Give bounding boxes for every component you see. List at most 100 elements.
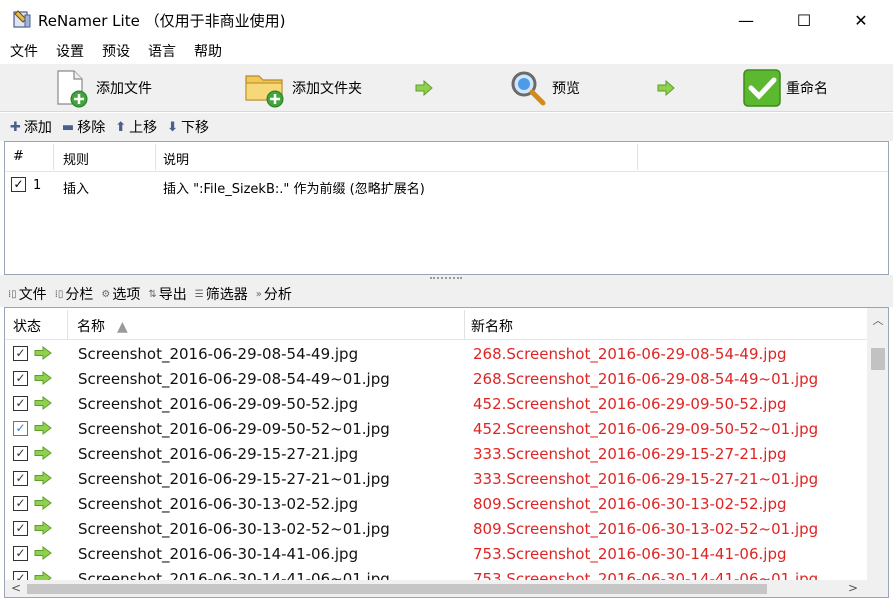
arrow-up-icon: ⬆ — [115, 119, 127, 135]
file-checkbox[interactable]: ✓ — [13, 371, 28, 386]
close-icon: ✕ — [854, 10, 868, 30]
preview-button[interactable]: 预览 — [508, 66, 580, 110]
export-menu-button[interactable]: ⇅ 导出 — [148, 284, 186, 304]
main-toolbar: 添加文件 添加文件夹 预览 重命名 — [0, 64, 893, 112]
file-checkbox[interactable]: ✓ — [13, 546, 28, 561]
file-new-name: 452.Screenshot_2016-06-29-09-50-52~01.jp… — [473, 420, 819, 438]
file-row[interactable]: ✓ Screenshot_2016-06-30-13-02-52.jpg 809.S… — [5, 491, 867, 516]
scroll-right-icon[interactable]: > — [848, 581, 858, 595]
filter-icon: ☰ — [194, 288, 204, 300]
files-list[interactable]: 状态 名称 ▲ 新名称 ✓ Screenshot_2016-06-29-08-54… — [4, 307, 889, 598]
file-checkbox[interactable]: ✓ — [13, 421, 28, 436]
preview-label: 预览 — [552, 81, 580, 97]
file-new-name: 809.Screenshot_2016-06-30-13-02-52~01.jp… — [473, 520, 819, 538]
move-up-button[interactable]: ⬆ 上移 — [115, 117, 157, 137]
add-folder-label: 添加文件夹 — [292, 81, 362, 97]
arrow-right-icon — [34, 521, 52, 535]
filters-menu-button[interactable]: ☰ 筛选器 — [195, 284, 248, 304]
add-files-label: 添加文件 — [96, 81, 152, 97]
analyze-menu-button[interactable]: » 分析 — [256, 284, 292, 304]
arrow-right-icon — [34, 371, 52, 385]
menu-presets[interactable]: 预设 — [102, 41, 130, 61]
files-col-newname[interactable]: 新名称 — [471, 316, 513, 336]
sort-ascending-icon: ▲ — [117, 319, 128, 335]
move-up-label: 上移 — [129, 120, 158, 136]
maximize-button[interactable]: ☐ — [781, 6, 827, 34]
file-name: Screenshot_2016-06-29-08-54-49~01.jpg — [78, 370, 390, 388]
rename-label: 重命名 — [786, 81, 828, 97]
options-icon: ⚙ — [101, 288, 111, 300]
file-row[interactable]: ✓ Screenshot_2016-06-29-08-54-49.jpg 268.S… — [5, 341, 867, 366]
file-new-name: 333.Screenshot_2016-06-29-15-27-21.jpg — [473, 445, 787, 463]
minimize-icon: — — [738, 10, 754, 30]
file-name: Screenshot_2016-06-29-15-27-21.jpg — [78, 445, 359, 463]
rule-row[interactable]: ✓ 1 插入 插入 ":File_SizekB:." 作为前缀 (忽略扩展名) — [5, 172, 888, 200]
columns-menu-button[interactable]: ⁞▯ 分栏 — [55, 284, 94, 304]
files-menu-label: 文件 — [18, 287, 47, 303]
columns-icon: ⁞▯ — [54, 288, 64, 300]
file-toolbar: ⁞▯ 文件 ⁞▯ 分栏 ⚙ 选项 ⇅ 导出 ☰ 筛选器 » 分析 — [0, 281, 893, 307]
scroll-up-icon[interactable]: ︿ — [867, 312, 888, 330]
file-row[interactable]: ✓ Screenshot_2016-06-30-13-02-52~01.jpg 80… — [5, 516, 867, 541]
scroll-corner — [867, 580, 888, 597]
rule-name: 插入 — [63, 182, 90, 197]
add-file-icon — [57, 70, 88, 108]
file-name: Screenshot_2016-06-30-14-41-06.jpg — [78, 545, 359, 563]
scroll-left-icon[interactable]: < — [11, 581, 21, 595]
files-icon: ⁞▯ — [8, 288, 17, 300]
files-menu-button[interactable]: ⁞▯ 文件 — [8, 284, 47, 304]
menu-help[interactable]: 帮助 — [194, 41, 222, 61]
renamer-app-icon — [13, 10, 31, 28]
close-button[interactable]: ✕ — [838, 6, 884, 34]
filters-menu-label: 筛选器 — [205, 287, 248, 303]
files-col-status[interactable]: 状态 — [13, 316, 41, 336]
rules-col-desc[interactable]: 说明 — [163, 149, 189, 168]
file-new-name: 268.Screenshot_2016-06-29-08-54-49.jpg — [473, 345, 787, 363]
files-col-name[interactable]: 名称 — [77, 316, 105, 336]
menu-language[interactable]: 语言 — [148, 41, 176, 61]
file-row[interactable]: ✓ Screenshot_2016-06-29-09-50-52.jpg 452.S… — [5, 391, 867, 416]
add-folder-button[interactable]: 添加文件夹 — [244, 66, 362, 110]
rules-col-index[interactable]: # — [13, 149, 24, 164]
menu-settings[interactable]: 设置 — [56, 41, 84, 61]
vertical-scrollbar[interactable]: ︿ — [867, 308, 888, 580]
file-checkbox[interactable]: ✓ — [13, 496, 28, 511]
remove-rule-button[interactable]: ▬ 移除 — [62, 117, 105, 137]
rename-button[interactable]: 重命名 — [742, 66, 828, 110]
maximize-icon: ☐ — [796, 10, 812, 30]
scroll-thumb[interactable] — [871, 348, 885, 370]
file-new-name: 268.Screenshot_2016-06-29-08-54-49~01.jp… — [473, 370, 819, 388]
arrow-right-icon — [34, 421, 52, 435]
rules-list[interactable]: # 规则 说明 ✓ 1 插入 插入 ":File_SizekB:." 作为前缀 … — [4, 141, 889, 275]
arrow-right-icon — [34, 446, 52, 460]
file-checkbox[interactable]: ✓ — [13, 471, 28, 486]
add-rule-button[interactable]: ✚ 添加 — [10, 117, 52, 137]
file-new-name: 333.Screenshot_2016-06-29-15-27-21~01.jp… — [473, 470, 819, 488]
arrow-right-icon — [34, 346, 52, 360]
add-files-button[interactable]: 添加文件 — [52, 66, 152, 110]
file-row[interactable]: ✓ Screenshot_2016-06-29-08-54-49~01.jpg 26… — [5, 366, 867, 391]
file-row[interactable]: ✓ Screenshot_2016-06-29-15-27-21~01.jpg 33… — [5, 466, 867, 491]
file-name: Screenshot_2016-06-29-09-50-52~01.jpg — [78, 420, 390, 438]
rules-col-rule[interactable]: 规则 — [63, 149, 89, 168]
column-divider — [67, 310, 68, 340]
file-checkbox[interactable]: ✓ — [13, 446, 28, 461]
export-menu-label: 导出 — [158, 287, 187, 303]
minimize-button[interactable]: — — [723, 6, 769, 34]
hscroll-thumb[interactable] — [27, 584, 767, 594]
add-folder-icon — [245, 75, 284, 108]
file-checkbox[interactable]: ✓ — [13, 346, 28, 361]
move-down-button[interactable]: ⬇ 下移 — [167, 117, 209, 137]
rule-checkbox[interactable]: ✓ — [11, 177, 26, 192]
rule-index: 1 — [33, 178, 42, 193]
file-row[interactable]: ✓ Screenshot_2016-06-29-15-27-21.jpg 333.S… — [5, 441, 867, 466]
menu-file[interactable]: 文件 — [10, 41, 38, 61]
file-row[interactable]: ✓ Screenshot_2016-06-29-09-50-52~01.jpg 45… — [5, 416, 867, 441]
file-checkbox[interactable]: ✓ — [13, 521, 28, 536]
file-row[interactable]: ✓ Screenshot_2016-06-30-14-41-06.jpg 753.S… — [5, 541, 867, 566]
export-icon: ⇅ — [148, 288, 157, 300]
file-name: Screenshot_2016-06-30-13-02-52~01.jpg — [78, 520, 390, 538]
options-menu-button[interactable]: ⚙ 选项 — [101, 284, 140, 304]
horizontal-scrollbar[interactable]: < > — [5, 580, 888, 597]
file-checkbox[interactable]: ✓ — [13, 396, 28, 411]
